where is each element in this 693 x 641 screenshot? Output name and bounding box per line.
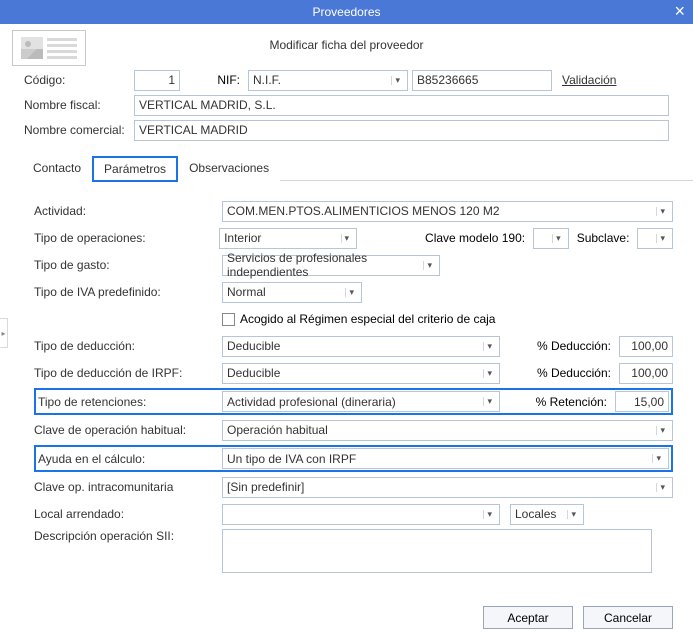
tipo-deduccion-irpf-dropdown[interactable]: Deducible▾	[222, 363, 500, 384]
clave-op-habitual-label: Clave de operación habitual:	[34, 423, 222, 437]
chevron-down-icon: ▾	[483, 369, 495, 378]
cancel-button[interactable]: Cancelar	[583, 606, 673, 629]
clave-intracomunitaria-dropdown[interactable]: [Sin predefinir]▾	[222, 477, 673, 498]
acogido-label: Acogido al Régimen especial del criterio…	[240, 312, 495, 326]
chevron-down-icon: ▾	[656, 234, 668, 243]
subclave-label: Subclave:	[569, 231, 638, 245]
tipo-operaciones-dropdown[interactable]: Interior▾	[219, 228, 357, 249]
nombre-fiscal-input[interactable]	[134, 95, 669, 116]
tipo-iva-label: Tipo de IVA predefinido:	[34, 285, 222, 299]
actividad-label: Actividad:	[34, 204, 222, 218]
descripcion-sii-textarea[interactable]	[222, 529, 652, 573]
actividad-dropdown[interactable]: COM.MEN.PTOS.ALIMENTICIOS MENOS 120 M2▾	[222, 201, 673, 222]
tipo-retenciones-label: Tipo de retenciones:	[38, 395, 222, 409]
local-arrendado-label: Local arrendado:	[34, 507, 222, 521]
ayuda-calculo-dropdown[interactable]: Un tipo de IVA con IRPF▾	[222, 448, 669, 469]
chevron-down-icon: ▾	[423, 261, 435, 270]
titlebar: Proveedores ×	[0, 0, 693, 24]
window-title: Proveedores	[312, 5, 380, 19]
codigo-label: Código:	[24, 73, 134, 87]
nombre-fiscal-label: Nombre fiscal:	[24, 98, 134, 112]
close-icon[interactable]: ×	[674, 1, 685, 22]
tipo-retenciones-dropdown[interactable]: Actividad profesional (dineraria)▾	[222, 391, 500, 412]
pct-retencion-label: % Retención:	[528, 395, 615, 409]
header-form: Código: NIF: N.I.F.▾ Validación Nombre f…	[0, 58, 693, 150]
locales-button[interactable]: Locales▾	[510, 504, 584, 525]
chevron-down-icon: ▾	[656, 207, 668, 216]
local-arrendado-dropdown[interactable]: ▾	[222, 504, 500, 525]
chevron-down-icon: ▾	[345, 288, 357, 297]
chevron-down-icon: ▾	[567, 510, 579, 519]
clave190-dropdown[interactable]: ▾	[533, 228, 569, 249]
left-expand-handle[interactable]: ▸	[0, 318, 8, 348]
page-subtitle: Modificar ficha del proveedor	[0, 24, 693, 58]
chevron-down-icon: ▾	[652, 454, 664, 463]
chevron-down-icon: ▾	[656, 483, 668, 492]
validacion-link[interactable]: Validación	[562, 73, 616, 87]
pct-retencion-input[interactable]	[615, 391, 669, 412]
params-panel: Actividad: COM.MEN.PTOS.ALIMENTICIOS MEN…	[0, 182, 693, 586]
tipo-gasto-label: Tipo de gasto:	[34, 258, 222, 272]
tab-parametros[interactable]: Parámetros	[92, 156, 178, 182]
clave190-label: Clave modelo 190:	[417, 231, 533, 245]
acogido-checkbox[interactable]	[222, 313, 235, 326]
descripcion-sii-label: Descripción operación SII:	[34, 529, 222, 543]
tipo-deduccion-label: Tipo de deducción:	[34, 339, 222, 353]
subclave-dropdown[interactable]: ▾	[637, 228, 673, 249]
nif-label: NIF:	[180, 73, 248, 87]
nif-input[interactable]	[412, 70, 552, 91]
chevron-down-icon: ▾	[656, 426, 668, 435]
nombre-comercial-label: Nombre comercial:	[24, 123, 134, 137]
tipo-iva-dropdown[interactable]: Normal▾	[222, 282, 362, 303]
clave-op-habitual-dropdown[interactable]: Operación habitual▾	[222, 420, 673, 441]
chevron-down-icon: ▾	[391, 76, 403, 85]
tipo-gasto-dropdown[interactable]: Servicios de profesionales independiente…	[222, 255, 440, 276]
codigo-input[interactable]	[134, 70, 180, 91]
nif-type-dropdown[interactable]: N.I.F.▾	[248, 70, 408, 91]
chevron-down-icon: ▾	[483, 510, 495, 519]
ayuda-calculo-row: Ayuda en el cálculo: Un tipo de IVA con …	[34, 445, 673, 472]
pct-deduccion-irpf-label: % Deducción:	[529, 366, 619, 380]
pct-deduccion-label: % Deducción:	[529, 339, 619, 353]
tipo-deduccion-dropdown[interactable]: Deducible▾	[222, 336, 500, 357]
tabs: Contacto Parámetros Observaciones	[22, 156, 693, 182]
chevron-down-icon: ▾	[341, 234, 353, 243]
clave-intracomunitaria-label: Clave op. intracomunitaria	[34, 480, 222, 494]
tab-contacto[interactable]: Contacto	[22, 156, 92, 182]
accept-button[interactable]: Aceptar	[483, 606, 573, 629]
ayuda-calculo-label: Ayuda en el cálculo:	[38, 452, 222, 466]
tab-observaciones[interactable]: Observaciones	[178, 156, 280, 182]
chevron-down-icon: ▾	[552, 234, 564, 243]
tipo-retenciones-row: Tipo de retenciones: Actividad profesion…	[34, 388, 673, 415]
chevron-down-icon: ▾	[483, 342, 495, 351]
pct-deduccion-input[interactable]	[619, 336, 673, 357]
tipo-deduccion-irpf-label: Tipo de deducción de IRPF:	[34, 366, 222, 380]
header-image-placeholder	[12, 30, 86, 66]
tipo-operaciones-label: Tipo de operaciones:	[34, 231, 219, 245]
dialog-footer: Aceptar Cancelar	[483, 606, 673, 629]
pct-deduccion-irpf-input[interactable]	[619, 363, 673, 384]
nombre-comercial-input[interactable]	[134, 120, 669, 141]
chevron-down-icon: ▾	[483, 397, 495, 406]
